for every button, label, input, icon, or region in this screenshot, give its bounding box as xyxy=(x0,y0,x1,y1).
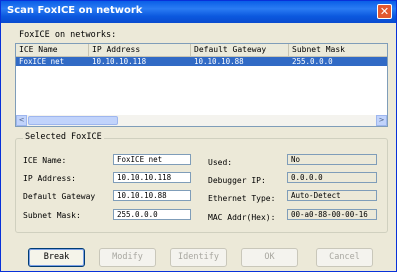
row-subnet-mask: 255.0.0.0 xyxy=(292,57,333,66)
row-ip-address: 10.10.10.118 xyxy=(92,57,147,66)
row-ice-name: FoxICE net xyxy=(19,57,65,66)
close-icon: ✕ xyxy=(379,5,390,18)
chevron-left-icon: < xyxy=(18,116,25,124)
used-label: Used: xyxy=(208,158,233,167)
scroll-left-button[interactable]: < xyxy=(16,115,27,126)
debugger-ip-label: Debugger IP: xyxy=(208,176,266,185)
window-title: Scan FoxICE on network xyxy=(7,5,143,16)
column-default-gateway[interactable]: Default Gateway xyxy=(191,44,289,56)
close-button[interactable]: ✕ xyxy=(377,4,392,19)
mac-addr-label: MAC Addr(Hex): xyxy=(208,213,276,222)
foxice-list[interactable]: ICE Name IP Address Default Gateway Subn… xyxy=(15,43,388,127)
scan-foxice-dialog: Scan FoxICE on network ✕ FoxICE on netwo… xyxy=(0,0,397,272)
chevron-right-icon: > xyxy=(378,116,385,124)
default-gateway-field[interactable]: 10.10.10.88 xyxy=(113,190,191,201)
row-default-gateway: 10.10.10.88 xyxy=(194,57,244,66)
ip-address-label: IP Address: xyxy=(23,174,76,183)
column-subnet-mask[interactable]: Subnet Mask xyxy=(289,44,387,56)
selected-foxice-label: Selected FoxICE xyxy=(23,132,104,142)
modify-button[interactable]: Modify xyxy=(99,248,156,267)
ice-name-field[interactable]: FoxICE net xyxy=(113,154,191,165)
break-button[interactable]: Break xyxy=(28,248,85,267)
networks-label: FoxICE on networks: xyxy=(19,30,117,40)
horizontal-scrollbar[interactable]: < > xyxy=(16,115,387,126)
ip-address-field[interactable]: 10.10.10.118 xyxy=(113,172,191,183)
table-row[interactable]: FoxICE net 10.10.10.118 10.10.10.88 255.… xyxy=(16,57,387,66)
title-bar[interactable]: Scan FoxICE on network ✕ xyxy=(1,1,396,23)
subnet-mask-label: Subnet Mask: xyxy=(23,211,81,220)
column-ip-address[interactable]: IP Address xyxy=(89,44,191,56)
subnet-mask-field[interactable]: 255.0.0.0 xyxy=(113,209,191,220)
column-ice-name[interactable]: ICE Name xyxy=(16,44,89,56)
scroll-thumb[interactable] xyxy=(28,116,118,125)
ice-name-label: ICE Name: xyxy=(23,156,67,165)
cancel-button[interactable]: Cancel xyxy=(316,248,373,267)
used-field: No xyxy=(287,154,377,165)
ethernet-type-field: Auto-Detect xyxy=(287,190,377,201)
default-gateway-label: Default Gateway xyxy=(23,192,96,201)
ethernet-type-label: Ethernet Type: xyxy=(208,194,276,203)
mac-addr-field: 00-a0-88-00-00-16 xyxy=(287,209,377,220)
list-header: ICE Name IP Address Default Gateway Subn… xyxy=(16,44,387,57)
ok-button[interactable]: OK xyxy=(241,248,298,267)
identify-button[interactable]: Identify xyxy=(170,248,227,267)
debugger-ip-field: 0.0.0.0 xyxy=(287,172,377,183)
scroll-right-button[interactable]: > xyxy=(376,115,387,126)
